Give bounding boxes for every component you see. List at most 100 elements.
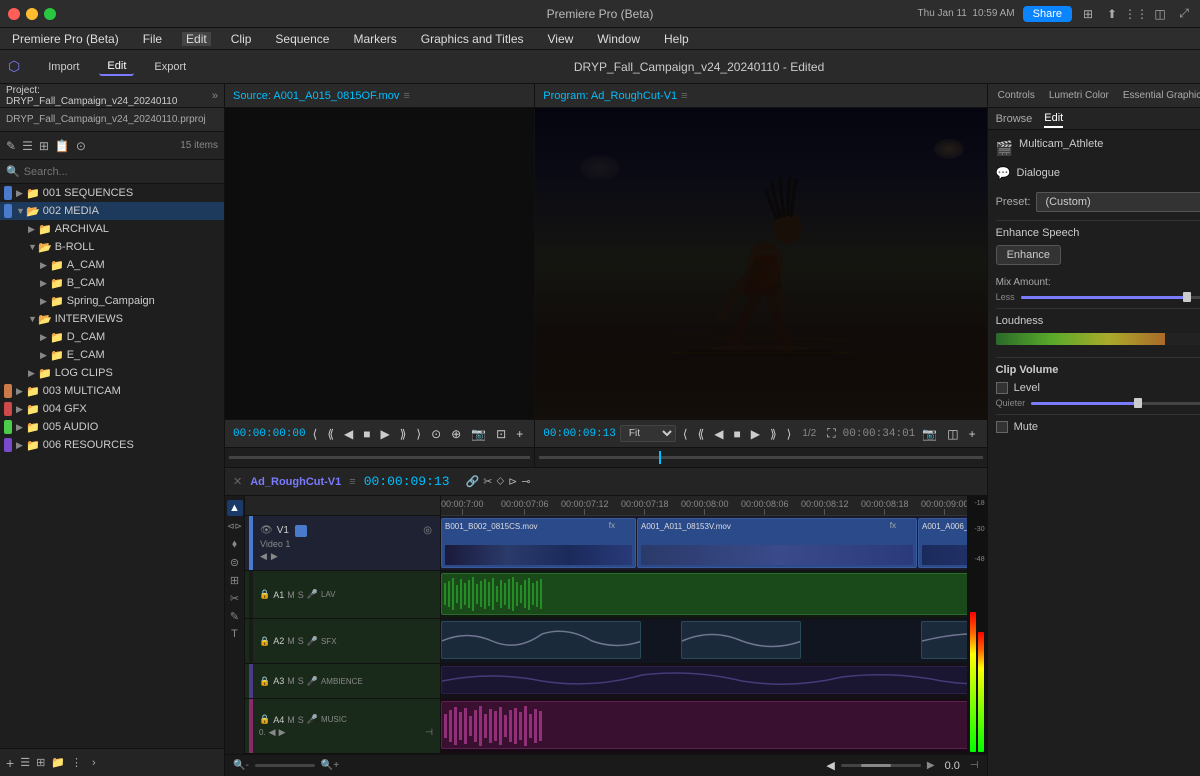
a4-clip-1[interactable] [441, 701, 967, 749]
new-bin-icon[interactable]: ✎ [6, 139, 16, 153]
a2-s-btn[interactable]: S [298, 636, 304, 646]
a4-to-end-icon[interactable]: ⊣ [425, 727, 433, 738]
a4-lock-icon[interactable]: 🔒 [259, 714, 270, 725]
a3-lock-icon[interactable]: 🔒 [259, 676, 270, 687]
menu-graphics[interactable]: Graphics and Titles [417, 32, 528, 46]
menu-clip[interactable]: Clip [227, 32, 256, 46]
tool-slip[interactable]: ⊜ [227, 554, 243, 570]
close-button[interactable] [8, 8, 20, 20]
prog-add-marker[interactable]: + [966, 425, 979, 443]
src-step-back[interactable]: ⟪ [324, 425, 337, 443]
source-playhead-bar[interactable] [229, 456, 530, 459]
menu-file[interactable]: File [139, 32, 166, 46]
a4-prev-icon[interactable]: ◀ [269, 727, 276, 738]
tree-item-006[interactable]: ▶ 📁 006 RESOURCES [0, 436, 224, 454]
a2-m-btn[interactable]: M [287, 636, 295, 646]
tl-zoom-in-icon[interactable]: 🔍+ [321, 760, 339, 771]
panels-icon[interactable]: ⋮⋮ [1128, 6, 1144, 22]
source-monitor-menu[interactable]: ≡ [403, 90, 409, 102]
tool-track-select[interactable]: ⊲⊳ [227, 518, 243, 534]
src-stop[interactable]: ■ [360, 425, 373, 443]
a1-clip-main[interactable]: fx [441, 573, 967, 615]
prog-stop[interactable]: ■ [730, 425, 743, 443]
filter-icon[interactable]: ⊙ [76, 139, 86, 153]
tree-item-ecam[interactable]: ▶ 📁 E_CAM [0, 346, 224, 364]
tab-controls[interactable]: Controls [992, 88, 1041, 103]
share-button[interactable]: Share [1023, 6, 1072, 22]
tool-slide[interactable]: ⊞ [227, 572, 243, 588]
a4-next-icon[interactable]: ▶ [279, 727, 286, 738]
minimize-button[interactable] [26, 8, 38, 20]
program-playhead-area[interactable] [535, 447, 986, 467]
source-playhead-area[interactable] [225, 447, 534, 467]
prog-step-back[interactable]: ⟪ [695, 425, 708, 443]
timeline-close-icon[interactable]: ✕ [233, 475, 242, 488]
a3-mic-icon[interactable]: 🎤 [307, 676, 318, 687]
list-icon[interactable]: ☰ [20, 756, 30, 769]
v1-prev-icon[interactable]: ◀ [260, 551, 267, 562]
a1-m-btn[interactable]: M [287, 590, 295, 600]
src-play[interactable]: ▶ [377, 425, 392, 443]
src-drag[interactable]: ⊡ [493, 425, 509, 443]
a1-lock-icon[interactable]: 🔒 [259, 589, 270, 600]
prog-step-fwd[interactable]: ⟫ [767, 425, 780, 443]
upload-icon[interactable]: ⬆ [1104, 6, 1120, 22]
metadata-icon[interactable]: 📋 [55, 139, 70, 153]
edit-btn[interactable]: Edit [99, 58, 134, 76]
track-select-fwd-icon[interactable]: ⊳ [508, 475, 517, 488]
video-clip-2[interactable]: A001_A011_08153V.mov fx [637, 518, 917, 568]
layout-icon[interactable]: ◫ [1152, 6, 1168, 22]
level-checkbox[interactable] [996, 382, 1008, 394]
search-input[interactable] [24, 166, 218, 178]
a4-m-btn[interactable]: M [287, 715, 295, 725]
v1-color-swatch[interactable] [295, 525, 307, 537]
src-play-back[interactable]: ◀ [341, 425, 356, 443]
a2-clip-1[interactable] [441, 621, 641, 659]
export-btn[interactable]: Export [146, 59, 194, 75]
preset-select[interactable]: (Custom) Balanced Male Voice Balanced Fe… [1036, 192, 1200, 212]
video-clip-1[interactable]: B001_B002_0815CS.mov fx [441, 518, 636, 568]
timeline-menu-icon[interactable]: ≡ [349, 476, 355, 488]
fit-dropdown[interactable]: Fit 25% 50% 75% 100% [620, 425, 676, 442]
ripple-icon[interactable]: ⬦ [496, 475, 504, 488]
a2-clip-2[interactable] [681, 621, 801, 659]
tree-item-001[interactable]: ▶ 📁 001 SEQUENCES [0, 184, 224, 202]
prog-play[interactable]: ▶ [748, 425, 763, 443]
add-item-icon[interactable]: + [6, 755, 14, 771]
import-btn[interactable]: Import [40, 59, 87, 75]
menu-markers[interactable]: Markers [349, 32, 400, 46]
src-mark-out[interactable]: ⟩ [413, 425, 424, 443]
tree-item-acam[interactable]: ▶ 📁 A_CAM [0, 256, 224, 274]
tree-item-005[interactable]: ▶ 📁 005 AUDIO [0, 418, 224, 436]
trim-edit-icon[interactable]: ⊸ [521, 475, 530, 488]
menu-window[interactable]: Window [593, 32, 644, 46]
tree-item-003[interactable]: ▶ 📁 003 MULTICAM [0, 382, 224, 400]
right-arrow-icon[interactable]: › [92, 757, 96, 769]
tree-item-broll[interactable]: ▼ 📂 B-ROLL [0, 238, 224, 256]
tree-item-spring[interactable]: ▶ 📁 Spring_Campaign [0, 292, 224, 310]
tl-scroll-bar[interactable] [841, 764, 921, 767]
a3-m-btn[interactable]: M [287, 676, 295, 686]
tl-goto-in[interactable]: ⊣ [970, 760, 979, 771]
prog-mark-out[interactable]: ⟩ [784, 425, 795, 443]
a1-mic-icon[interactable]: 🎤 [307, 589, 318, 600]
program-playhead-bar[interactable] [539, 456, 982, 459]
src-overwrite[interactable]: ⊕ [448, 425, 464, 443]
tl-zoom-out-icon[interactable]: 🔍- [233, 760, 249, 771]
tab-lumetri[interactable]: Lumetri Color [1043, 88, 1115, 103]
menu-sequence[interactable]: Sequence [271, 32, 333, 46]
tool-ripple[interactable]: ⬧ [227, 536, 243, 552]
a2-lock-icon[interactable]: 🔒 [259, 636, 270, 647]
tool-text[interactable]: T [227, 626, 243, 642]
tree-item-archival[interactable]: ▶ 📁 ARCHIVAL [0, 220, 224, 238]
tool-pen[interactable]: ✎ [227, 608, 243, 624]
expand-icon[interactable]: ⤢ [1176, 6, 1192, 22]
prog-compare[interactable]: ◫ [944, 425, 961, 443]
a2-mic-icon[interactable]: 🎤 [307, 636, 318, 647]
tree-item-dcam[interactable]: ▶ 📁 D_CAM [0, 328, 224, 346]
src-add[interactable]: + [513, 425, 526, 443]
level-slider[interactable] [1031, 402, 1200, 405]
tl-scroll-left[interactable]: ◀ [826, 759, 834, 772]
video-clip-3[interactable]: A001_A006_081593.mov fx [918, 518, 967, 568]
a3-clip-main[interactable] [441, 666, 967, 694]
